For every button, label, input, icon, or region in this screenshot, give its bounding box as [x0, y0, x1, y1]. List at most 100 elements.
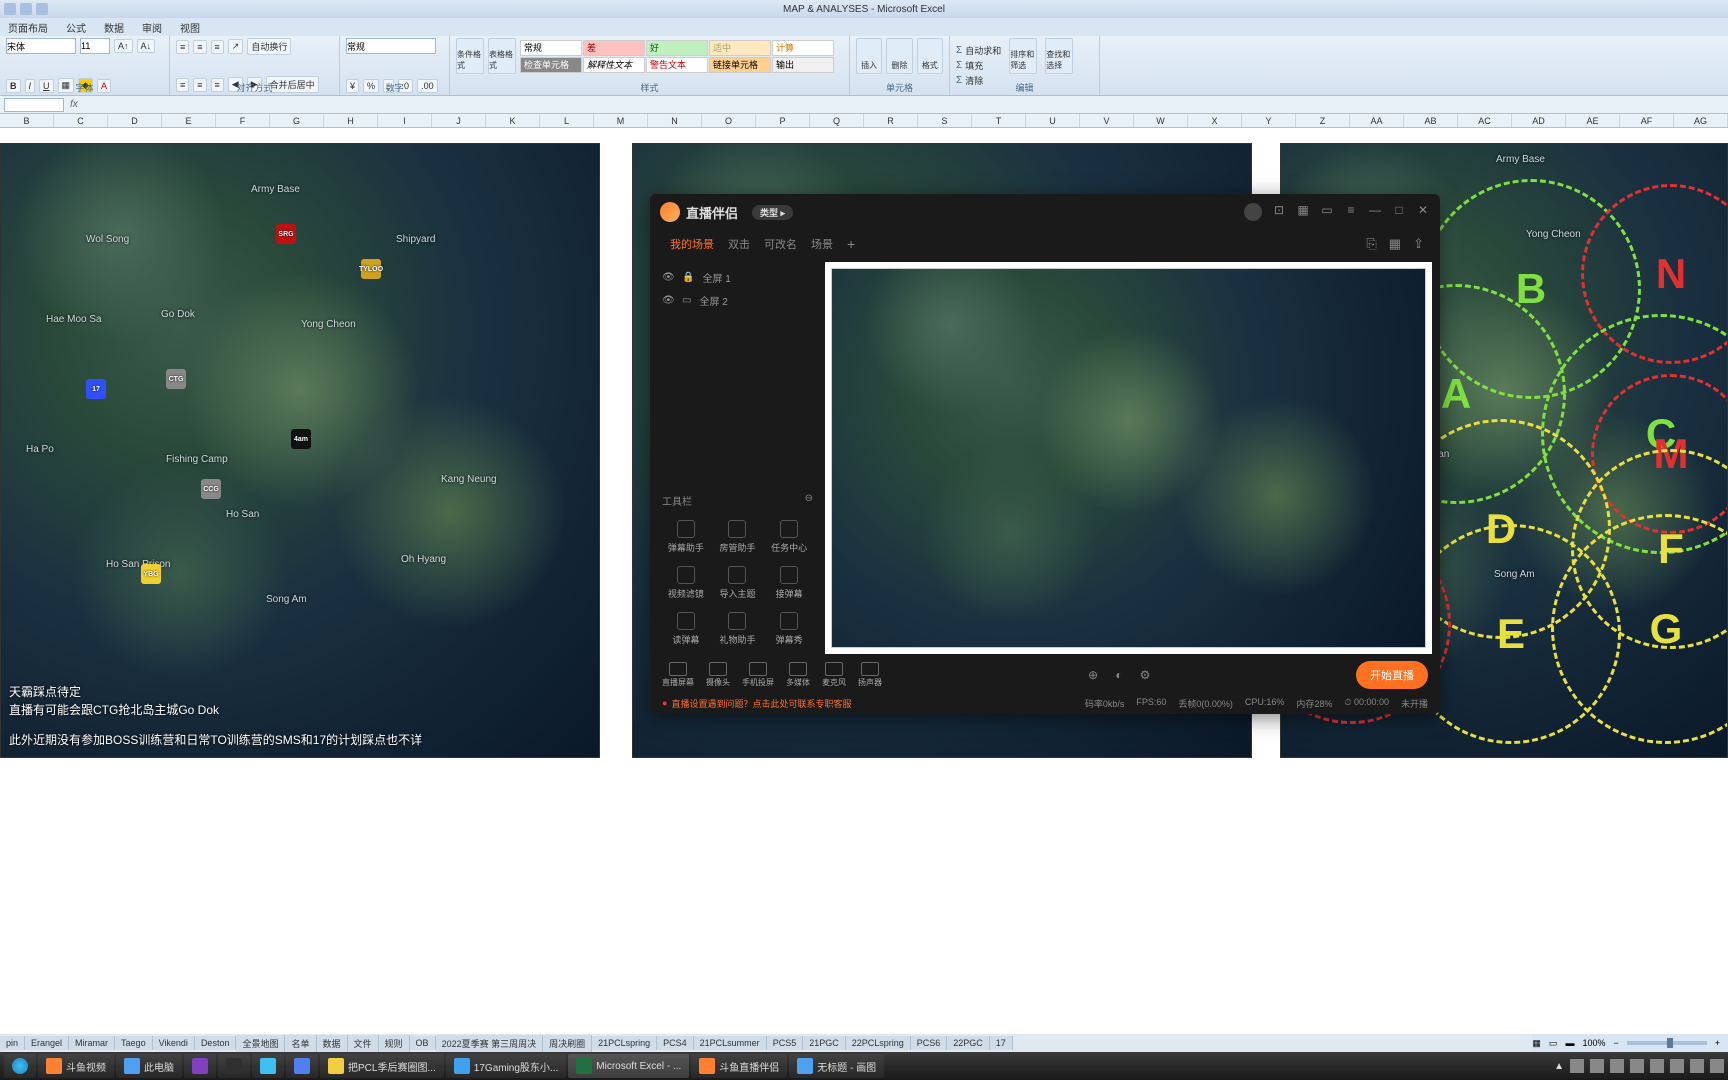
sort-button[interactable]: 排序和筛选 — [1009, 38, 1037, 74]
taskbar-item[interactable] — [252, 1054, 284, 1078]
col-header[interactable]: AB — [1404, 114, 1458, 127]
sheet-tab[interactable]: Taego — [115, 1036, 153, 1050]
col-header[interactable]: K — [486, 114, 540, 127]
sheet-tab[interactable]: 21PCLsummer — [694, 1036, 767, 1050]
sheet-tab[interactable]: 周决刷圈 — [543, 1035, 592, 1052]
style-link[interactable]: 链接单元格 — [709, 57, 771, 73]
col-header[interactable]: Y — [1242, 114, 1296, 127]
sheet-tab[interactable]: Deston — [195, 1036, 237, 1050]
stream-pip-icon[interactable]: ⊡ — [1272, 203, 1286, 217]
style-bad[interactable]: 差 — [583, 40, 645, 56]
col-header[interactable]: D — [108, 114, 162, 127]
stream-screen-icon[interactable]: ▭ — [1320, 203, 1334, 217]
stream-avatar-icon[interactable] — [1244, 203, 1262, 221]
sheet-tab[interactable]: 17 — [990, 1036, 1013, 1050]
tab-rename[interactable]: 可改名 — [764, 236, 797, 252]
sheet-tab[interactable]: 22PCLspring — [846, 1036, 911, 1050]
tray-icon[interactable] — [1670, 1059, 1684, 1073]
font-name-select[interactable] — [6, 38, 76, 54]
sheet-tab[interactable]: Erangel — [25, 1036, 69, 1050]
col-header[interactable]: G — [270, 114, 324, 127]
screen-icon[interactable]: ▭ — [682, 295, 691, 306]
delete-button[interactable]: 删除 — [886, 38, 912, 74]
find-button[interactable]: 查找和选择 — [1045, 38, 1073, 74]
col-header[interactable]: P — [756, 114, 810, 127]
col-header[interactable]: AG — [1674, 114, 1728, 127]
tray-icon[interactable] — [1630, 1059, 1644, 1073]
stream-tool[interactable]: 礼物助手 — [714, 608, 762, 650]
style-warn[interactable]: 警告文本 — [646, 57, 708, 73]
style-check[interactable]: 检查单元格 — [520, 57, 582, 73]
col-header[interactable]: L — [540, 114, 594, 127]
taskbar-item[interactable]: 无标题 - 画图 — [789, 1054, 884, 1078]
stream-tool[interactable]: 房管助手 — [714, 516, 762, 558]
col-header[interactable]: N — [648, 114, 702, 127]
format-button[interactable]: 格式 — [917, 38, 943, 74]
stream-type-badge[interactable]: 类型 ▸ — [752, 205, 793, 220]
name-box[interactable] — [4, 98, 64, 112]
col-header[interactable]: Q — [810, 114, 864, 127]
sheet-tab[interactable]: 全景地图 — [236, 1035, 285, 1052]
col-header[interactable]: AA — [1350, 114, 1404, 127]
sheet-tab[interactable]: 21PCLspring — [592, 1036, 657, 1050]
tray-icon[interactable] — [1650, 1059, 1664, 1073]
col-header[interactable]: C — [54, 114, 108, 127]
col-header[interactable]: I — [378, 114, 432, 127]
stream-minimize-icon[interactable]: — — [1368, 203, 1382, 217]
stream-titlebar[interactable]: 直播伴侣 类型 ▸ ⊡ ▦ ▭ ≡ — □ ✕ — [650, 194, 1440, 230]
stream-maximize-icon[interactable]: □ — [1392, 203, 1406, 217]
stream-preview[interactable]: J B N A C M D F K E G — [825, 262, 1432, 654]
stream-tool[interactable]: 弹幕助手 — [662, 516, 710, 558]
align-bot-icon[interactable]: ≡ — [211, 40, 224, 54]
taskbar-item[interactable] — [218, 1054, 250, 1078]
shrink-font-icon[interactable]: A↓ — [137, 39, 156, 53]
stream-source-button[interactable]: 直播屏幕 — [662, 662, 694, 688]
qat-redo-icon[interactable] — [36, 3, 48, 15]
stream-source-button[interactable]: 扬声器 — [858, 662, 882, 688]
stream-tool[interactable]: 视频滤镜 — [662, 562, 710, 604]
eye-icon[interactable]: 👁 — [662, 295, 674, 306]
tab-myscene[interactable]: 我的场景 — [670, 236, 714, 252]
worksheet[interactable]: Army BaseWol SongShipyardHae Moo SaGo Do… — [0, 128, 1728, 948]
style-output[interactable]: 输出 — [772, 57, 834, 73]
col-header[interactable]: F — [216, 114, 270, 127]
zoom-level[interactable]: 100% — [1582, 1038, 1605, 1048]
tray-icon[interactable] — [1570, 1059, 1584, 1073]
zoom-out-icon[interactable]: − — [1613, 1038, 1618, 1048]
sheet-tab[interactable]: Miramar — [69, 1036, 115, 1050]
tools-more-icon[interactable]: ⊖ — [805, 493, 813, 504]
view-normal-icon[interactable]: ▦ — [1532, 1038, 1541, 1049]
stream-extra-icon[interactable]: ⚙ — [1138, 668, 1152, 682]
taskbar-item[interactable]: 斗鱼视频 — [38, 1054, 114, 1078]
col-header[interactable]: W — [1134, 114, 1188, 127]
col-header[interactable]: B — [0, 114, 54, 127]
menu-data[interactable]: 数据 — [104, 20, 124, 35]
sheet-tab[interactable]: 规则 — [379, 1035, 410, 1052]
stream-extra-icon[interactable]: ◐ — [1112, 668, 1126, 682]
table-format-button[interactable]: 表格格式 — [488, 38, 516, 74]
stream-tool[interactable]: 接弹幕 — [765, 562, 813, 604]
source-item-1[interactable]: 👁 🔒 全屏 1 — [662, 266, 813, 289]
tray-up-icon[interactable]: ▲ — [1554, 1061, 1564, 1072]
menu-view[interactable]: 视图 — [180, 20, 200, 35]
start-button[interactable] — [4, 1054, 36, 1078]
stream-tool[interactable]: 读弹幕 — [662, 608, 710, 650]
taskbar-item[interactable]: 斗鱼直播伴侣 — [691, 1054, 787, 1078]
stream-share-icon[interactable]: ⇪ — [1413, 236, 1424, 252]
qat-undo-icon[interactable] — [20, 3, 32, 15]
sheet-tab[interactable]: PCS6 — [911, 1036, 948, 1050]
tray-icon[interactable] — [1610, 1059, 1624, 1073]
col-header[interactable]: AE — [1566, 114, 1620, 127]
taskbar-item[interactable]: Microsoft Excel - ... — [568, 1054, 689, 1078]
sheet-tab[interactable]: 文件 — [348, 1035, 379, 1052]
taskbar-item[interactable]: 17Gaming股东小... — [446, 1054, 566, 1078]
stream-source-button[interactable]: 麦克风 — [822, 662, 846, 688]
style-calc[interactable]: 计算 — [772, 40, 834, 56]
col-header[interactable]: X — [1188, 114, 1242, 127]
sheet-tab[interactable]: 数据 — [317, 1035, 348, 1052]
stream-source-button[interactable]: 多媒体 — [786, 662, 810, 688]
stream-tool[interactable]: 任务中心 — [765, 516, 813, 558]
lock-icon[interactable]: 🔒 — [682, 272, 694, 283]
tab-scene[interactable]: 场景 — [811, 236, 833, 252]
number-format-select[interactable] — [346, 38, 436, 54]
